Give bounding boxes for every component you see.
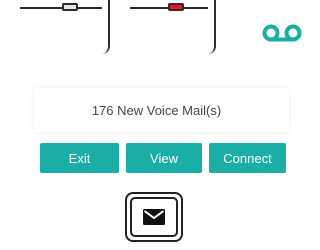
exit-button[interactable]: Exit bbox=[40, 143, 119, 173]
message-key[interactable] bbox=[125, 192, 183, 242]
envelope-icon bbox=[143, 209, 165, 225]
voicemail-count-text: 176 New Voice Mail(s) bbox=[91, 102, 222, 118]
voicemail-icon bbox=[262, 24, 302, 42]
indicator-light-gray bbox=[62, 3, 78, 11]
phone-illustration-idle bbox=[18, 0, 110, 54]
connect-button[interactable]: Connect bbox=[209, 143, 286, 173]
voicemail-notification-card: 176 New Voice Mail(s) bbox=[34, 88, 289, 132]
indicator-light-red bbox=[168, 3, 184, 11]
phone-illustration-alert bbox=[130, 0, 216, 54]
phone-top-edge bbox=[20, 7, 102, 9]
view-button[interactable]: View bbox=[126, 143, 202, 173]
message-key-face bbox=[130, 197, 178, 237]
